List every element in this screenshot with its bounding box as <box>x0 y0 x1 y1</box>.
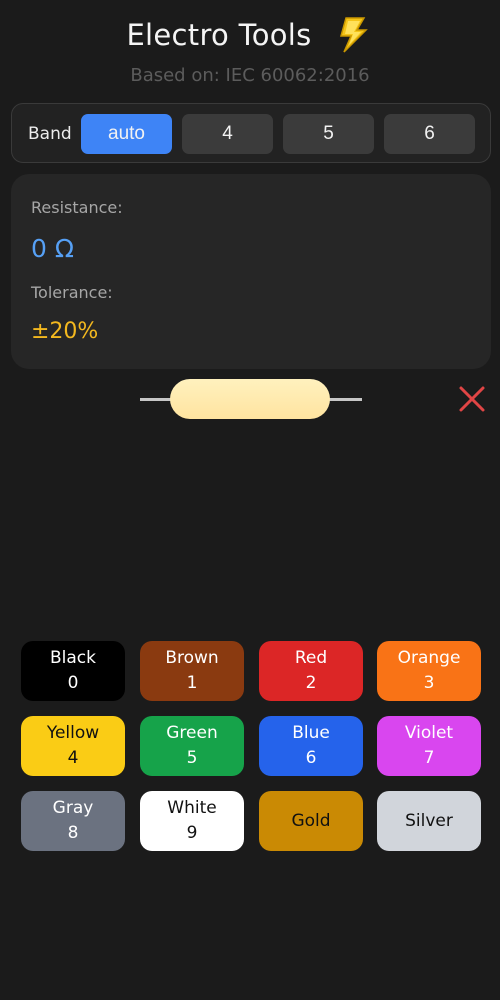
color-name: Violet <box>404 723 454 743</box>
color-button-gray[interactable]: Gray 8 <box>21 791 125 851</box>
tolerance-value: ±20% <box>31 319 99 344</box>
color-palette: Black 0 Brown 1 Red 2 Orange 3 Yellow 4 Green 5 Blue… <box>21 641 481 853</box>
color-button-orange[interactable]: Orange 3 <box>377 641 481 701</box>
color-digit: 7 <box>423 748 435 768</box>
tolerance-label: Tolerance: <box>31 283 113 302</box>
color-button-yellow[interactable]: Yellow 4 <box>21 716 125 776</box>
color-button-red[interactable]: Red 2 <box>259 641 363 701</box>
color-digit: 5 <box>186 748 198 768</box>
clear-button[interactable] <box>457 384 487 414</box>
color-digit: 6 <box>305 748 317 768</box>
color-button-gold[interactable]: Gold <box>259 791 363 851</box>
band-selector: Band auto 4 5 6 <box>11 103 491 163</box>
color-digit: 2 <box>305 673 317 693</box>
color-name: Green <box>166 723 218 743</box>
color-digit: 8 <box>67 823 79 843</box>
color-name: White <box>167 798 217 818</box>
app-title: Electro Tools <box>126 18 312 52</box>
resistance-label: Resistance: <box>31 198 123 217</box>
lightning-bolt-icon <box>332 14 374 56</box>
app-header: Electro Tools <box>0 12 500 58</box>
color-name: Black <box>50 648 96 668</box>
color-button-black[interactable]: Black 0 <box>21 641 125 701</box>
color-name: Brown <box>165 648 219 668</box>
color-digit: 4 <box>67 748 79 768</box>
standard-subtitle: Based on: IEC 60062:2016 <box>130 65 370 86</box>
color-name: Gold <box>291 810 331 831</box>
color-digit: 0 <box>67 673 79 693</box>
color-digit: 3 <box>423 673 435 693</box>
color-name: Gray <box>52 798 94 818</box>
color-digit: 9 <box>186 823 198 843</box>
band-option-5[interactable]: 5 <box>283 114 374 154</box>
color-button-violet[interactable]: Violet 7 <box>377 716 481 776</box>
color-button-silver[interactable]: Silver <box>377 791 481 851</box>
band-option-4[interactable]: 4 <box>182 114 273 154</box>
color-name: Blue <box>292 723 330 743</box>
color-button-brown[interactable]: Brown 1 <box>140 641 244 701</box>
color-digit: 1 <box>186 673 198 693</box>
color-name: Yellow <box>46 723 100 743</box>
band-option-6[interactable]: 6 <box>384 114 475 154</box>
color-button-blue[interactable]: Blue 6 <box>259 716 363 776</box>
color-name: Red <box>294 648 328 668</box>
color-button-white[interactable]: White 9 <box>140 791 244 851</box>
result-card: Resistance: 0 Ω Tolerance: ±20% <box>11 174 491 369</box>
close-icon <box>459 386 485 412</box>
color-button-green[interactable]: Green 5 <box>140 716 244 776</box>
band-label: Band <box>28 124 72 144</box>
color-name: Orange <box>397 648 461 668</box>
color-name: Silver <box>405 810 453 831</box>
resistor-preview <box>140 378 362 420</box>
band-option-auto[interactable]: auto <box>81 114 172 154</box>
resistance-value: 0 Ω <box>31 234 74 263</box>
resistor-body <box>170 379 330 419</box>
